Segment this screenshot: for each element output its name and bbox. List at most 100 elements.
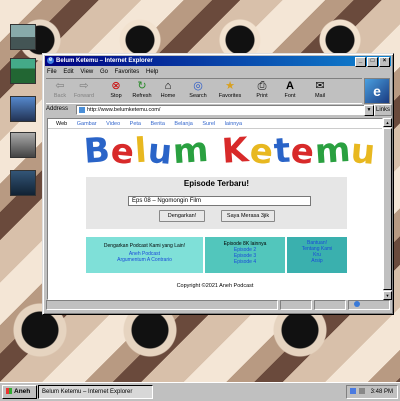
- menu-edit[interactable]: Edit: [63, 69, 73, 75]
- toolbar: ⇦ Back ⇨ Forward ⊗ Stop ↻ Refresh ⌂ Home ◎ Sea…: [46, 78, 362, 104]
- tray-network-icon[interactable]: [350, 388, 356, 394]
- back-button[interactable]: ⇦ Back: [48, 80, 72, 102]
- menu-go[interactable]: Go: [100, 69, 108, 75]
- page-icon: [79, 107, 85, 113]
- start-label: Aneh: [14, 388, 31, 395]
- address-label: Address: [46, 106, 69, 112]
- desktop-icon-recycle-bin[interactable]: [10, 58, 36, 84]
- refresh-label: Refresh: [132, 93, 152, 99]
- home-icon: ⌂: [164, 80, 172, 92]
- info-panel: Bantuan! Tentang Kami Kru Arsip: [287, 237, 347, 273]
- internet-zone-icon: [354, 301, 360, 307]
- ie-title-icon: e: [47, 57, 54, 64]
- tray-volume-icon[interactable]: [359, 388, 365, 394]
- home-button[interactable]: ⌂ Home: [156, 80, 180, 102]
- logo-letter: e: [289, 131, 317, 173]
- site-logo: Belum Ketemu: [82, 129, 379, 174]
- refresh-button[interactable]: ↻ Refresh: [130, 80, 154, 102]
- clock: 3:48 PM: [370, 389, 393, 395]
- windows-flag-icon: [6, 388, 12, 394]
- episode-search-input[interactable]: Eps 08 – Ngomongin Film: [128, 196, 311, 206]
- episode-heading: Episode Terbaru!: [183, 179, 250, 188]
- status-bar: [46, 300, 390, 310]
- nav-surel[interactable]: Surel: [202, 121, 215, 127]
- title-bar[interactable]: e Belum Ketemu – Internet Explorer _ □ ×: [45, 56, 391, 67]
- link-argumentum[interactable]: Argumentum A Contrario: [86, 257, 203, 263]
- listen-button[interactable]: Dengarkan!: [159, 210, 205, 222]
- vertical-scrollbar[interactable]: ▲ ▼: [383, 118, 392, 300]
- nav-gambar[interactable]: Gambar: [77, 121, 97, 127]
- home-label: Home: [160, 93, 176, 99]
- logo-letter: e: [109, 131, 137, 173]
- logo-letter: u: [349, 130, 379, 174]
- menu-help[interactable]: Help: [146, 69, 158, 75]
- logo-letter: m: [313, 129, 353, 173]
- desktop-icon-folder[interactable]: [10, 132, 36, 158]
- scroll-down-icon[interactable]: ▼: [383, 291, 392, 300]
- logo-letter: m: [171, 129, 211, 173]
- stop-label: Stop: [110, 93, 122, 99]
- back-arrow-icon: ⇦: [55, 80, 65, 92]
- mail-icon: ✉: [315, 80, 325, 92]
- forward-button[interactable]: ⇨ Forward: [72, 80, 96, 102]
- link-panels: Dengarkan Podcast Kami yang Lain! Aneh P…: [86, 237, 347, 273]
- start-button[interactable]: Aneh: [2, 385, 37, 399]
- menu-favorites[interactable]: Favorites: [115, 69, 140, 75]
- nav-belanja[interactable]: Belanja: [174, 121, 192, 127]
- font-button[interactable]: A Font: [278, 80, 302, 102]
- stop-icon: ⊗: [111, 80, 121, 92]
- scroll-up-icon[interactable]: ▲: [383, 118, 392, 127]
- mail-label: Mail: [314, 93, 326, 99]
- status-text-cell: [46, 300, 278, 310]
- logo-letter: e: [247, 131, 276, 173]
- print-button[interactable]: ⎙ Print: [250, 80, 274, 102]
- favorites-button[interactable]: ★ Favorites: [216, 80, 244, 102]
- mail-button[interactable]: ✉ Mail: [308, 80, 332, 102]
- stop-button[interactable]: ⊗ Stop: [104, 80, 128, 102]
- other-episodes-panel: Episode 8K lainnya Episode 2 Episode 3 E…: [205, 237, 285, 273]
- status-cell-3: [314, 300, 346, 310]
- desktop-icon-network[interactable]: [10, 96, 36, 122]
- taskbar: Aneh Belum Ketemu – Internet Explorer 3:…: [0, 382, 400, 401]
- link-episode-4[interactable]: Episode 4: [205, 259, 285, 265]
- browser-window: e Belum Ketemu – Internet Explorer _ □ × Fi…: [42, 53, 394, 315]
- desktop-icon-shortcut[interactable]: [10, 170, 36, 196]
- address-dropdown-button[interactable]: ▼: [364, 105, 374, 116]
- minimize-button[interactable]: _: [355, 57, 366, 67]
- other-podcasts-panel: Dengarkan Podcast Kami yang Lain! Aneh P…: [86, 237, 203, 273]
- menu-file[interactable]: File: [47, 69, 57, 75]
- back-label: Back: [53, 93, 67, 99]
- other-podcasts-heading: Dengarkan Podcast Kami yang Lain!: [103, 243, 186, 249]
- feeling-lucky-button[interactable]: Saya Merasa 3jik: [221, 210, 275, 222]
- address-input[interactable]: http://www.belumketemu.com/: [76, 105, 372, 115]
- logo-letter: u: [145, 130, 175, 174]
- menu-view[interactable]: View: [80, 69, 93, 75]
- nav-video[interactable]: Video: [106, 121, 120, 127]
- maximize-button[interactable]: □: [367, 57, 378, 67]
- nav-lainnya[interactable]: lainnya: [225, 121, 242, 127]
- logo-letter: B: [82, 130, 113, 172]
- forward-arrow-icon: ⇨: [79, 80, 89, 92]
- nav-berita[interactable]: Berita: [151, 121, 165, 127]
- link-arsip[interactable]: Arsip: [287, 258, 347, 264]
- nav-web[interactable]: Web: [56, 121, 67, 127]
- search-label: Search: [189, 93, 207, 99]
- logo-letter: K: [220, 130, 251, 172]
- print-icon: ⎙: [257, 80, 267, 92]
- font-icon: A: [286, 80, 294, 92]
- search-icon: ◎: [193, 80, 203, 92]
- desktop-icon-computer[interactable]: [10, 24, 36, 50]
- scroll-thumb[interactable]: [383, 128, 392, 290]
- nav-divider: [48, 128, 382, 129]
- web-page: Web Gambar Video Peta Berita Belanja Sur…: [47, 118, 383, 300]
- favorites-icon: ★: [225, 80, 235, 92]
- nav-peta[interactable]: Peta: [130, 121, 141, 127]
- links-button[interactable]: Links: [374, 104, 392, 116]
- taskbar-item-browser[interactable]: Belum Ketemu – Internet Explorer: [38, 385, 153, 399]
- font-label: Font: [284, 93, 296, 99]
- print-label: Print: [256, 93, 268, 99]
- favorites-label: Favorites: [218, 93, 242, 99]
- search-button[interactable]: ◎ Search: [186, 80, 210, 102]
- close-button[interactable]: ×: [379, 57, 390, 67]
- refresh-icon: ↻: [137, 80, 147, 92]
